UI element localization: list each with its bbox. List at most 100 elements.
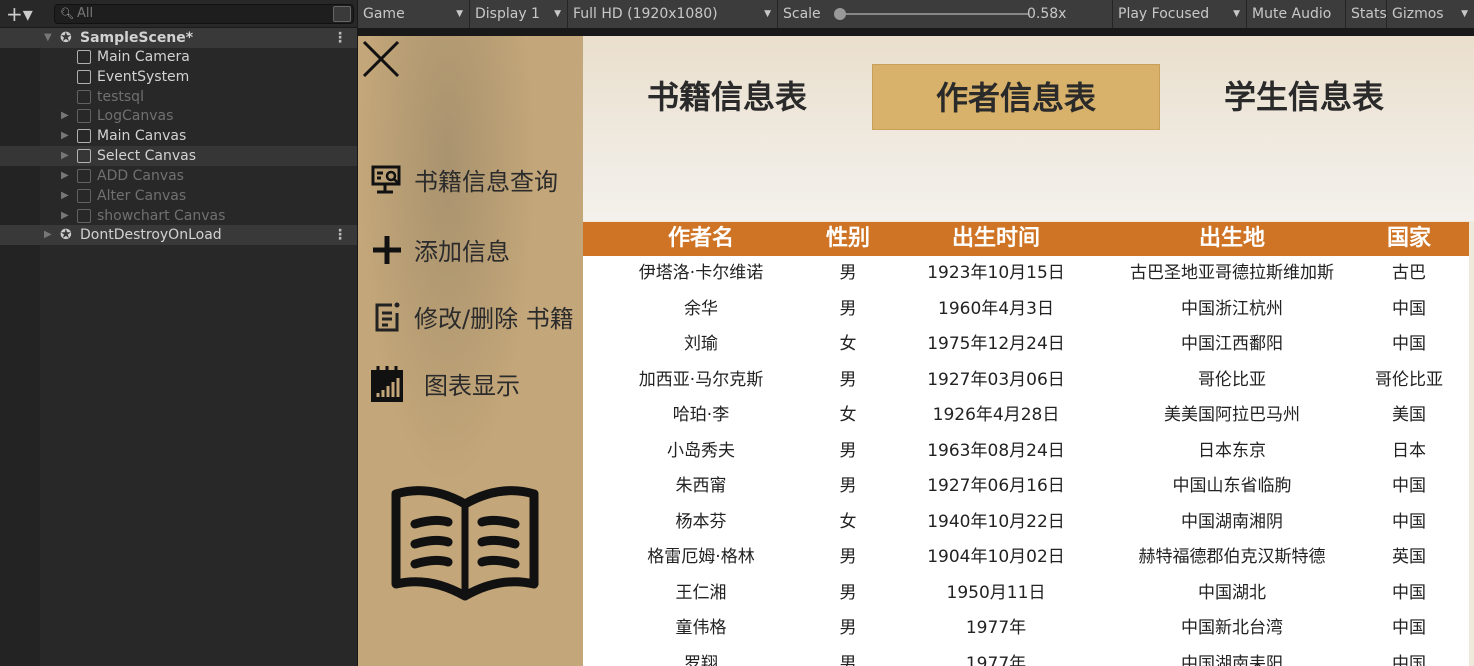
scene-sample[interactable]: ▼ ✪ SampleScene* ⋮ bbox=[0, 28, 357, 48]
table-row[interactable]: 罗翔 男 1977年 中国湖南耒阳 中国 bbox=[583, 647, 1469, 666]
nav-label: 添加信息 bbox=[414, 238, 510, 266]
table-cell: 中国 bbox=[1392, 334, 1426, 354]
table-row[interactable]: 格雷厄姆·格林 男 1904年10月02日 赫特福德郡伯克汉斯特德 英国 bbox=[583, 540, 1469, 576]
item-label: LogCanvas bbox=[97, 108, 174, 124]
label: Mute Audio bbox=[1252, 6, 1332, 22]
tab-authors[interactable]: 作者信息表 bbox=[872, 64, 1160, 130]
gameobject-icon bbox=[77, 50, 91, 64]
table-cell: 男 bbox=[839, 582, 857, 603]
sidebar: 书籍信息查询 添加信息 修改/删除 书籍 图表显示 bbox=[358, 36, 583, 666]
label: Gizmos bbox=[1392, 6, 1444, 22]
gameobject-icon bbox=[77, 169, 91, 183]
nav-edit-delete[interactable]: 修改/删除 书籍 bbox=[370, 299, 574, 334]
scale-slider-track[interactable] bbox=[838, 13, 1028, 15]
hierarchy-item[interactable]: ▶ showchart Canvas bbox=[0, 206, 357, 226]
scene-dontdestroy[interactable]: ▶ ✪ DontDestroyOnLoad ⋮ bbox=[0, 225, 357, 245]
table-row[interactable]: 伊塔洛·卡尔维诺 男 1923年10月15日 古巴圣地亚哥德拉斯维加斯 古巴 bbox=[583, 256, 1469, 292]
table-cell: 1927年06月16日 bbox=[927, 476, 1065, 496]
table-row[interactable]: 小岛秀夫 男 1963年08月24日 日本东京 日本 bbox=[583, 434, 1469, 470]
column-header: 出生地 bbox=[1198, 226, 1266, 251]
chevron-down-icon: ▼ bbox=[1233, 9, 1240, 19]
chevron-down-icon: ▼ bbox=[554, 9, 561, 19]
table-cell: 赫特福德郡伯克汉斯特德 bbox=[1138, 547, 1326, 567]
hierarchy-item[interactable]: ▶ Main Canvas bbox=[0, 126, 357, 146]
table-row[interactable]: 加西亚·马尔克斯 男 1927年03月06日 哥伦比亚 哥伦比亚 bbox=[583, 363, 1469, 399]
more-icon[interactable]: ⋮ bbox=[333, 225, 347, 245]
label: Play Focused bbox=[1118, 6, 1210, 22]
gameobject-icon bbox=[77, 209, 91, 223]
table-cell: 格雷厄姆·格林 bbox=[647, 547, 755, 567]
table-cell: 中国 bbox=[1392, 618, 1426, 638]
table-cell: 英国 bbox=[1392, 547, 1426, 567]
table-cell: 中国湖南湘阴 bbox=[1181, 511, 1283, 532]
table-row[interactable]: 王仁湘 男 1950月11日 中国湖北 中国 bbox=[583, 576, 1469, 612]
table-cell: 1927年03月06日 bbox=[927, 369, 1065, 390]
table-cell: 加西亚·马尔克斯 bbox=[638, 369, 764, 390]
game-view-toolbar: Game ▼ Display 1 ▼ Full HD (1920x1080) ▼ Sc… bbox=[358, 0, 1474, 28]
label: Stats bbox=[1351, 6, 1387, 22]
close-icon[interactable] bbox=[362, 40, 400, 78]
hierarchy-item[interactable]: ▶ LogCanvas bbox=[0, 106, 357, 126]
hierarchy-search-input[interactable]: 🔍︎ All bbox=[54, 4, 354, 24]
hierarchy-item[interactable]: ▶ Alter Canvas bbox=[0, 186, 357, 206]
nav-add-info[interactable]: 添加信息 bbox=[370, 232, 510, 267]
table-row[interactable]: 朱西甯 男 1927年06月16日 中国山东省临朐 中国 bbox=[583, 469, 1469, 505]
table-cell: 男 bbox=[839, 476, 857, 496]
display-dropdown[interactable]: Display 1 ▼ bbox=[470, 0, 568, 28]
table-cell: 古巴 bbox=[1392, 263, 1426, 283]
expand-icon[interactable] bbox=[333, 6, 351, 22]
hierarchy-item-selected[interactable]: ▶ Select Canvas bbox=[0, 146, 357, 166]
table-cell: 美国 bbox=[1392, 405, 1426, 425]
nav-book-query[interactable]: 书籍信息查询 bbox=[370, 162, 558, 197]
table-cell: 1904年10月02日 bbox=[927, 547, 1065, 567]
nav-chart[interactable]: 图表显示 bbox=[370, 365, 520, 402]
search-monitor-icon bbox=[370, 163, 404, 197]
table-row[interactable]: 哈珀·李 女 1926年4月28日 美美国阿拉巴马州 美国 bbox=[583, 398, 1469, 434]
add-button[interactable]: +▾ bbox=[6, 2, 33, 26]
clipboard-icon bbox=[370, 300, 404, 334]
table-cell: 中国江西鄱阳 bbox=[1181, 334, 1283, 354]
hierarchy-item[interactable]: testsql bbox=[0, 87, 357, 107]
table-cell: 日本 bbox=[1392, 440, 1426, 461]
mute-audio-button[interactable]: Mute Audio bbox=[1247, 0, 1346, 28]
hierarchy-item[interactable]: EventSystem bbox=[0, 67, 357, 87]
tab-students[interactable]: 学生信息表 bbox=[1160, 64, 1448, 130]
table-cell: 1926年4月28日 bbox=[932, 405, 1060, 425]
play-focused-dropdown[interactable]: Play Focused ▼ bbox=[1113, 0, 1247, 28]
label: Display 1 bbox=[475, 6, 540, 22]
hierarchy-item[interactable]: ▶ ADD Canvas bbox=[0, 166, 357, 186]
hierarchy-item[interactable]: Main Camera bbox=[0, 47, 357, 67]
scale-slider-handle[interactable] bbox=[834, 8, 846, 20]
table-row[interactable]: 童伟格 男 1977年 中国新北台湾 中国 bbox=[583, 611, 1469, 647]
more-icon[interactable]: ⋮ bbox=[333, 28, 347, 48]
label: Game bbox=[363, 6, 405, 22]
table-header: 作者名 性别 出生时间 出生地 国家 bbox=[583, 222, 1469, 256]
nav-label: 修改/删除 书籍 bbox=[414, 305, 574, 333]
table-cell: 童伟格 bbox=[675, 618, 727, 638]
table-cell: 中国 bbox=[1392, 582, 1426, 603]
table-cell: 女 bbox=[839, 511, 857, 532]
table-cell: 男 bbox=[839, 369, 857, 390]
game-dropdown[interactable]: Game ▼ bbox=[358, 0, 470, 28]
gameobject-icon bbox=[77, 149, 91, 163]
table-row[interactable]: 余华 男 1960年4月3日 中国浙江杭州 中国 bbox=[583, 292, 1469, 328]
gameobject-icon bbox=[77, 109, 91, 123]
table-cell: 男 bbox=[839, 653, 857, 666]
table-cell: 王仁湘 bbox=[675, 582, 727, 603]
table-row[interactable]: 杨本芬 女 1940年10月22日 中国湖南湘阴 中国 bbox=[583, 505, 1469, 541]
tab-books[interactable]: 书籍信息表 bbox=[583, 64, 871, 130]
game-view: 书籍信息查询 添加信息 修改/删除 书籍 图表显示 书籍信息表 作者信息表 学生… bbox=[358, 36, 1474, 666]
hierarchy-toolbar: +▾ 🔍︎ All bbox=[0, 0, 357, 28]
scale-label: Scale bbox=[783, 6, 821, 22]
gizmos-dropdown[interactable]: Gizmos ▼ bbox=[1387, 0, 1474, 28]
table-row[interactable]: 刘瑜 女 1975年12月24日 中国江西鄱阳 中国 bbox=[583, 327, 1469, 363]
table-cell: 1977年 bbox=[965, 653, 1027, 666]
chevron-down-icon: ▼ bbox=[764, 9, 771, 19]
stats-button[interactable]: Stats bbox=[1346, 0, 1387, 28]
item-label: testsql bbox=[97, 89, 144, 105]
table-cell: 1963年08月24日 bbox=[927, 440, 1065, 461]
table-cell: 杨本芬 bbox=[675, 511, 727, 532]
resolution-dropdown[interactable]: Full HD (1920x1080) ▼ bbox=[568, 0, 778, 28]
table-cell: 日本东京 bbox=[1198, 440, 1266, 461]
table-cell: 古巴圣地亚哥德拉斯维加斯 bbox=[1130, 263, 1334, 283]
